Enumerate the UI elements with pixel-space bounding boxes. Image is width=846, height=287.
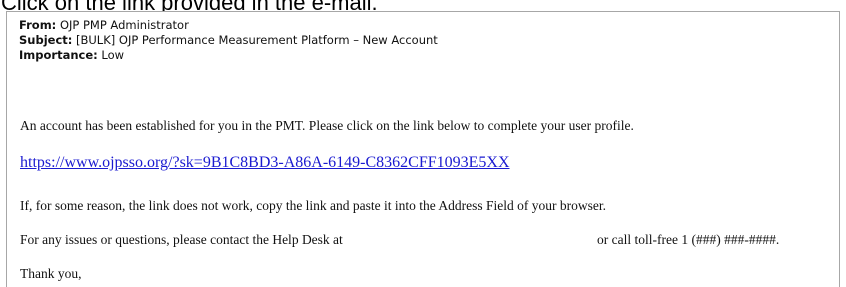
importance-row: Importance: Low [19, 48, 438, 63]
importance-label: Importance: [19, 48, 98, 62]
subject-value: [BULK] OJP Performance Measurement Platf… [76, 33, 438, 47]
from-value: OJP PMP Administrator [59, 18, 189, 32]
email-message: From: OJP PMP Administrator Subject: [BU… [6, 11, 840, 287]
closing-text: Thank you, [20, 266, 82, 281]
phone-text: or call toll-free 1 (###) ###-####. [597, 232, 780, 247]
from-label: From: [19, 18, 57, 32]
helpdesk-text: For any issues or questions, please cont… [20, 232, 343, 247]
intro-text: An account has been established for you … [20, 118, 634, 133]
importance-value: Low [101, 48, 125, 62]
fallback-text: If, for some reason, the link does not w… [20, 198, 607, 213]
subject-row: Subject: [BULK] OJP Performance Measurem… [19, 33, 438, 48]
from-row: From: OJP PMP Administrator [19, 18, 438, 33]
account-setup-link[interactable]: https://www.ojpsso.org/?sk=9B1C8BD3-A86A… [20, 154, 510, 172]
email-header: From: OJP PMP Administrator Subject: [BU… [19, 18, 438, 63]
email-screenshot: Click on the link provided in the e-mail… [0, 0, 846, 287]
subject-label: Subject: [19, 33, 73, 47]
